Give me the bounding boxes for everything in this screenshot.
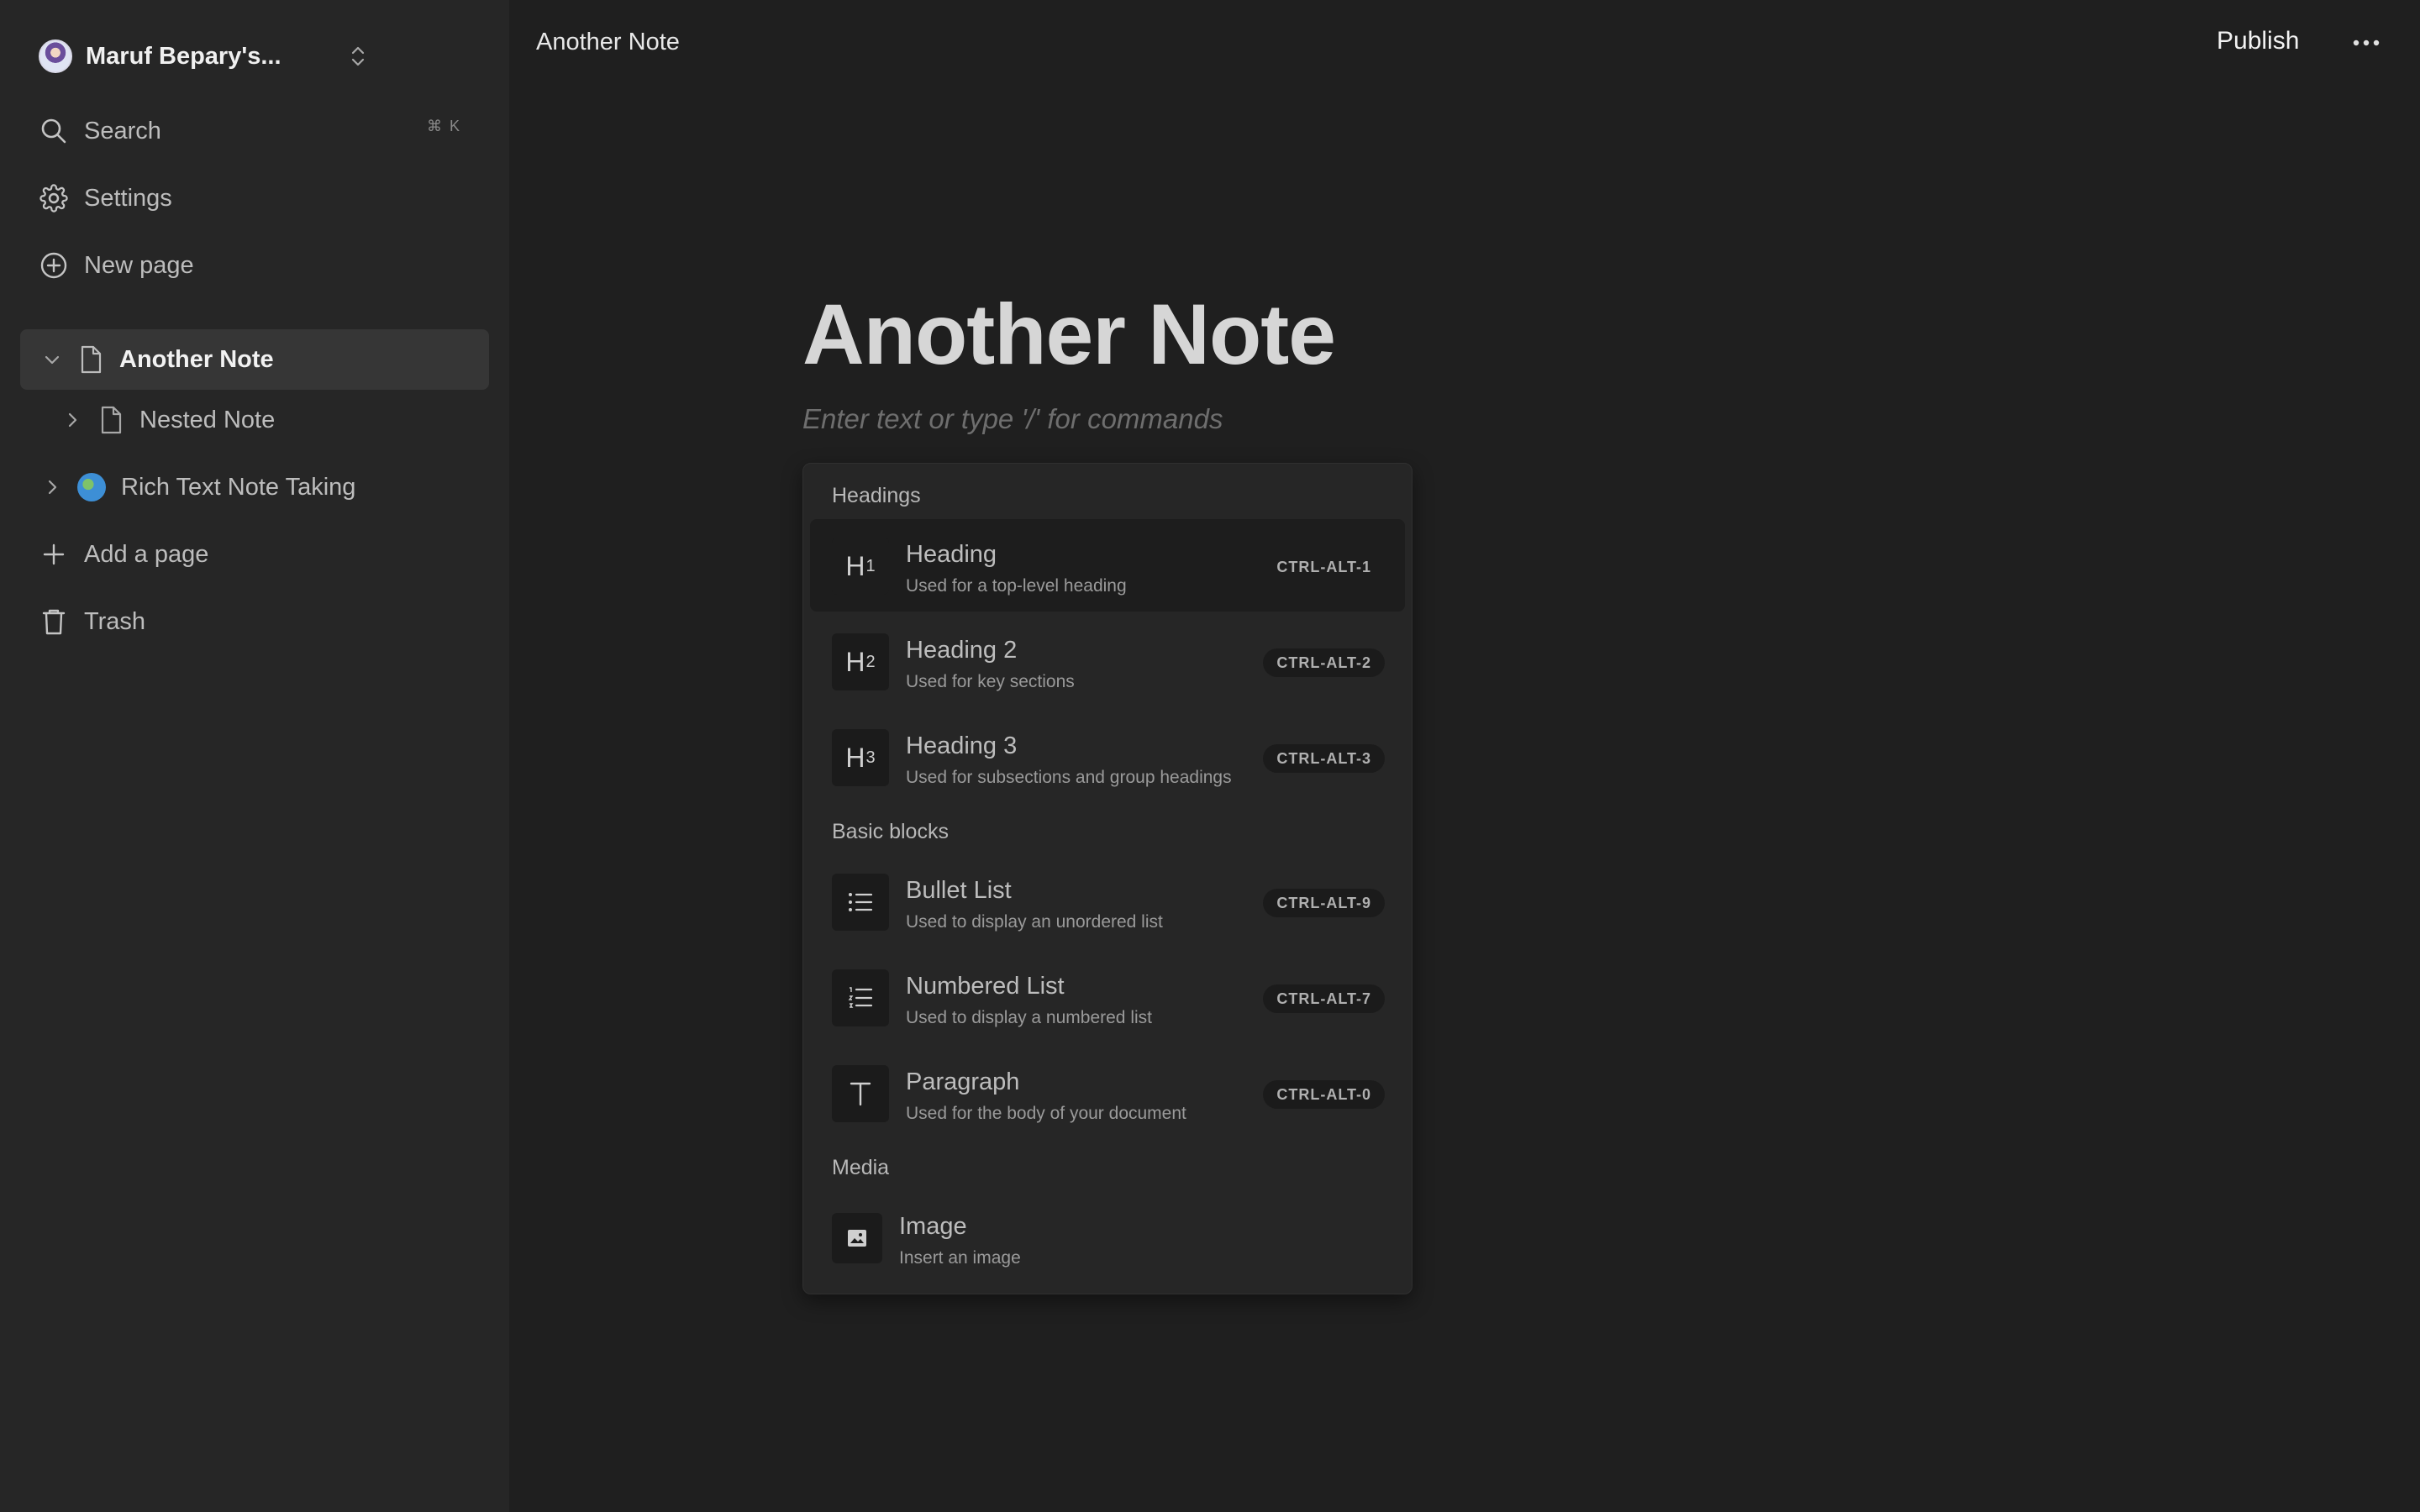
sidebar-item-label: Another Note [119,345,274,373]
command-title: Heading 3 [906,732,1018,759]
shortcut-badge: CTRL-ALT-0 [1263,1080,1385,1109]
shortcut-badge: CTRL-ALT-9 [1263,889,1385,917]
file-icon [97,405,124,435]
menu-group-title: Basic blocks [832,820,949,843]
search-label: Search [84,117,161,144]
editor-input[interactable] [802,403,1559,435]
command-title: Heading [906,541,997,568]
menu-group-title: Headings [832,484,921,507]
breadcrumb[interactable]: Another Note [536,29,680,56]
sidebar-item-label: Nested Note [139,406,276,433]
trash-label: Trash [84,607,146,635]
command-image[interactable]: Image Insert an image [810,1191,1405,1284]
image-icon [832,1213,882,1263]
command-heading-2[interactable]: H2 Heading 2 Used for key sections CTRL-… [810,615,1405,707]
new-page-label: New page [84,251,194,279]
slash-command-menu: Headings H1 Heading Used for a top-level… [802,463,1413,1294]
settings-label: Settings [84,184,172,212]
sidebar-item-label: Rich Text Note Taking [121,473,356,501]
paragraph-icon [832,1065,889,1122]
command-subtitle: Used for a top-level heading [906,576,1127,596]
shortcut-badge: CTRL-ALT-1 [1276,558,1371,575]
ellipsis-icon[interactable] [2349,29,2383,57]
shortcut-badge: CTRL-ALT-2 [1263,648,1385,677]
shortcut-badge: CTRL-ALT-3 [1263,744,1385,773]
plus-icon [39,539,69,570]
heading-1-icon: H1 [832,538,889,595]
bullet-list-icon [832,874,889,931]
command-title: Bullet List [906,877,1012,904]
chevron-up-down-icon[interactable] [348,45,368,68]
command-title: Paragraph [906,1068,1020,1095]
add-page-button[interactable]: Add a page [39,533,208,575]
chevron-down-icon[interactable] [40,348,64,371]
command-subtitle: Used for the body of your document [906,1104,1186,1123]
search-button[interactable]: Search [39,110,161,152]
command-title: Heading 2 [906,637,1018,664]
command-subtitle: Used to display an unordered list [906,912,1163,932]
gear-icon [39,183,69,213]
workspace-name: Maruf Bepary's... [86,42,281,70]
command-heading-1[interactable]: H1 Heading Used for a top-level heading … [810,519,1405,612]
add-page-label: Add a page [84,540,209,568]
numbered-list-icon [832,969,889,1026]
publish-button[interactable]: Publish [2217,27,2299,55]
command-numbered-list[interactable]: Numbered List Used to display a numbered… [810,951,1405,1043]
globe-emoji-icon [77,473,106,501]
settings-button[interactable]: Settings [39,177,172,219]
command-subtitle: Used for subsections and group headings [906,768,1232,787]
heading-3-icon: H3 [832,729,889,786]
sidebar-item-another-note[interactable]: Another Note [20,329,489,390]
command-subtitle: Used to display a numbered list [906,1008,1152,1027]
page-title[interactable]: Another Note [802,286,1336,384]
search-shortcut: ⌘ K [427,118,462,134]
workspace-switcher[interactable]: Maruf Bepary's... [39,38,365,75]
command-bullet-list[interactable]: Bullet List Used to display an unordered… [810,855,1405,948]
search-icon [39,116,69,146]
sidebar: Maruf Bepary's... Search ⌘ K Settings Ne… [0,0,509,1512]
command-subtitle: Insert an image [899,1248,1021,1268]
command-subtitle: Used for key sections [906,672,1075,691]
command-paragraph[interactable]: Paragraph Used for the body of your docu… [810,1047,1405,1139]
shortcut-badge: CTRL-ALT-7 [1263,984,1385,1013]
new-page-button[interactable]: New page [39,244,194,286]
chevron-right-icon[interactable] [60,408,84,432]
trash-button[interactable]: Trash [39,601,145,643]
sidebar-item-nested-note[interactable]: Nested Note [40,390,489,450]
command-title: Numbered List [906,973,1065,1000]
chevron-right-icon[interactable] [40,475,64,499]
menu-group-title: Media [832,1156,890,1179]
file-icon [77,344,104,375]
command-heading-3[interactable]: H3 Heading 3 Used for subsections and gr… [810,711,1405,803]
plus-circle-icon [39,250,69,281]
trash-icon [39,606,69,637]
avatar [39,39,72,73]
sidebar-item-rich-text-note-taking[interactable]: Rich Text Note Taking [20,457,489,517]
heading-2-icon: H2 [832,633,889,690]
command-title: Image [899,1213,967,1240]
